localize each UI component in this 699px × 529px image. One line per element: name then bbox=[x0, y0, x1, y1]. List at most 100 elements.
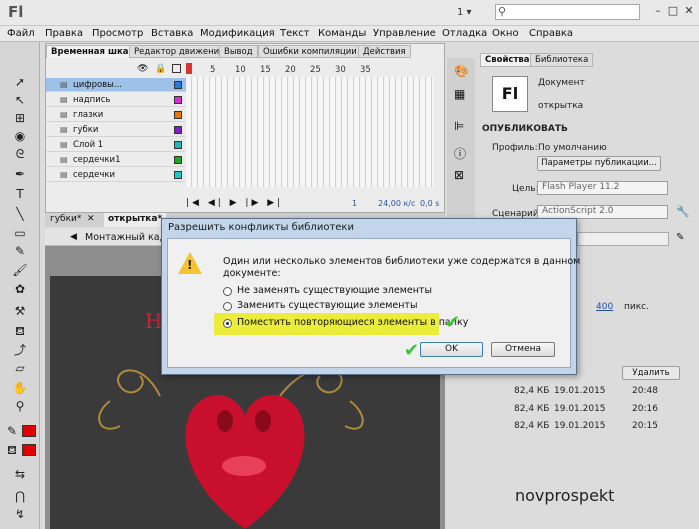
menu-insert[interactable]: Вставка bbox=[151, 28, 193, 39]
lasso-icon[interactable]: ᘓ bbox=[12, 146, 28, 162]
layer-row[interactable]: ▤ глазки bbox=[46, 108, 186, 122]
doc-tab-postcard[interactable]: открытка* bbox=[104, 213, 167, 227]
tab-actions[interactable]: Действия bbox=[358, 45, 411, 58]
script-select[interactable]: ActionScript 2.0 bbox=[537, 205, 668, 219]
cancel-button[interactable]: Отмена bbox=[491, 342, 555, 357]
option-dont-replace[interactable]: Не заменять существующие элементы bbox=[237, 285, 432, 296]
outline-icon[interactable] bbox=[172, 64, 181, 73]
layer-row[interactable]: ▤ губки bbox=[46, 123, 186, 137]
rectangle-tool-icon[interactable]: ▭ bbox=[12, 225, 28, 241]
subselection-tool-icon[interactable]: ↖ bbox=[12, 92, 28, 108]
menu-modify[interactable]: Модификация bbox=[200, 28, 275, 39]
menu-debug[interactable]: Отладка bbox=[442, 28, 487, 39]
doc-tab-lips[interactable]: губки* bbox=[50, 214, 81, 224]
paint-bucket-icon[interactable]: ⛾ bbox=[12, 323, 28, 339]
target-label: Цель: bbox=[512, 184, 539, 194]
ok-button[interactable]: OK bbox=[420, 342, 483, 357]
wrench-icon[interactable]: 🔧 bbox=[676, 205, 690, 218]
playback-controls[interactable]: |◀ ◀| ▶ |▶ ▶| bbox=[186, 198, 283, 208]
layer-row[interactable]: ▤ сердечки1 bbox=[46, 153, 186, 167]
eye-icon[interactable]: 👁 bbox=[137, 64, 148, 74]
fill-color-swatch[interactable] bbox=[22, 444, 36, 456]
close-icon[interactable]: ✕ bbox=[683, 5, 695, 17]
doc-name: открытка bbox=[538, 101, 584, 111]
layer-icon: ▤ bbox=[60, 80, 68, 89]
lock-icon[interactable]: 🔒 bbox=[155, 64, 166, 74]
radio-place-in-folder[interactable] bbox=[223, 319, 232, 328]
workspace-switcher[interactable]: 1 ▾ bbox=[457, 7, 472, 18]
tab-properties[interactable]: Свойства bbox=[480, 53, 535, 67]
menu-help[interactable]: Справка bbox=[529, 28, 573, 39]
layer-row[interactable]: ▤ Слой 1 bbox=[46, 138, 186, 152]
info-icon[interactable]: ⓘ bbox=[454, 145, 466, 162]
menu-commands[interactable]: Команды bbox=[318, 28, 366, 39]
layer-row[interactable]: ▤ надпись bbox=[46, 93, 186, 107]
color-panel-icon[interactable]: 🎨 bbox=[454, 64, 469, 78]
option-replace[interactable]: Заменить существующие элементы bbox=[237, 300, 417, 311]
3d-rotation-icon[interactable]: ◉ bbox=[12, 128, 28, 144]
profile-value: По умолчанию bbox=[538, 143, 607, 153]
layer-color bbox=[174, 81, 182, 89]
stage-height[interactable]: 400 bbox=[596, 302, 613, 312]
menu-window[interactable]: Окно bbox=[492, 28, 519, 39]
smooth-icon[interactable]: ↯ bbox=[12, 506, 28, 522]
eyedropper-icon[interactable]: ⤴ bbox=[12, 342, 28, 358]
menu-control[interactable]: Управление bbox=[373, 28, 436, 39]
snap-magnet-icon[interactable]: ⋂ bbox=[12, 488, 28, 504]
brush-tool-icon[interactable]: 🖌 bbox=[12, 262, 28, 278]
bone-tool-icon[interactable]: ⚒ bbox=[12, 303, 28, 319]
back-arrow-icon[interactable]: ◀ bbox=[70, 232, 77, 242]
search-input[interactable] bbox=[495, 4, 640, 20]
layer-color bbox=[174, 156, 182, 164]
maximize-icon[interactable]: □ bbox=[667, 5, 679, 17]
tab-motion-editor[interactable]: Редактор движения bbox=[129, 45, 230, 58]
frames-grid[interactable] bbox=[186, 77, 434, 187]
radio-dont-replace[interactable] bbox=[223, 287, 232, 296]
section-publish[interactable]: ОПУБЛИКОВАТЬ bbox=[482, 124, 568, 134]
swatches-icon[interactable]: ▦ bbox=[454, 87, 465, 101]
close-icon[interactable]: ✕ bbox=[87, 214, 95, 224]
file-date: 19.01.2015 bbox=[554, 386, 606, 396]
tab-output[interactable]: Вывод bbox=[219, 45, 258, 58]
selection-tool-icon[interactable]: ➚ bbox=[12, 74, 28, 90]
menu-view[interactable]: Просмотр bbox=[92, 28, 143, 39]
line-tool-icon[interactable]: ╲ bbox=[12, 206, 28, 222]
search-icon: ⚲ bbox=[498, 5, 507, 18]
transform-icon[interactable]: ⊠ bbox=[454, 168, 464, 182]
layer-row[interactable]: ▤ цифровы... bbox=[46, 78, 186, 92]
playhead[interactable] bbox=[186, 63, 192, 74]
file-size: 82,4 КБ bbox=[514, 421, 550, 431]
layer-row[interactable]: ▤ сердечки bbox=[46, 168, 186, 182]
menu-text[interactable]: Текст bbox=[280, 28, 310, 39]
free-transform-icon[interactable]: ⊞ bbox=[12, 110, 28, 126]
stroke-color-swatch[interactable] bbox=[22, 425, 36, 437]
file-time: 20:15 bbox=[632, 421, 658, 431]
align-icon[interactable]: ⊫ bbox=[454, 119, 464, 133]
panel-icons bbox=[447, 58, 475, 218]
minimize-icon[interactable]: – bbox=[652, 5, 664, 17]
elapsed-time: 0,0 s bbox=[420, 199, 440, 208]
option-place-in-folder[interactable]: Поместить повторяющиеся элементы в папку bbox=[237, 317, 468, 328]
doc-type: Документ bbox=[538, 78, 585, 88]
file-date: 19.01.2015 bbox=[554, 404, 606, 414]
publish-settings-button[interactable]: Параметры публикации... bbox=[537, 156, 661, 171]
pencil-icon[interactable]: ✎ bbox=[676, 232, 684, 243]
eraser-icon[interactable]: ▱ bbox=[12, 360, 28, 376]
menu-file[interactable]: Файл bbox=[7, 28, 35, 39]
pen-tool-icon[interactable]: ✒ bbox=[12, 166, 28, 182]
class-input[interactable] bbox=[577, 232, 669, 246]
radio-replace[interactable] bbox=[223, 302, 232, 311]
deco-tool-icon[interactable]: ✿ bbox=[12, 281, 28, 297]
dialog-title: Разрешить конфликты библиотеки bbox=[168, 222, 354, 233]
dialog-message: Один или несколько элементов библиотеки … bbox=[223, 256, 581, 267]
menu-edit[interactable]: Правка bbox=[45, 28, 83, 39]
hand-tool-icon[interactable]: ✋ bbox=[12, 380, 28, 396]
swap-colors-icon[interactable]: ⇆ bbox=[12, 466, 28, 482]
pencil-tool-icon[interactable]: ✎ bbox=[12, 243, 28, 259]
target-select[interactable]: Flash Player 11.2 bbox=[537, 181, 668, 195]
text-tool-icon[interactable]: T bbox=[12, 186, 28, 202]
tab-compiler-errors[interactable]: Ошибки компиляции bbox=[258, 45, 362, 58]
tab-library[interactable]: Библиотека bbox=[530, 53, 594, 67]
zoom-tool-icon[interactable]: ⚲ bbox=[12, 398, 28, 414]
delete-button[interactable]: Удалить bbox=[622, 366, 680, 380]
